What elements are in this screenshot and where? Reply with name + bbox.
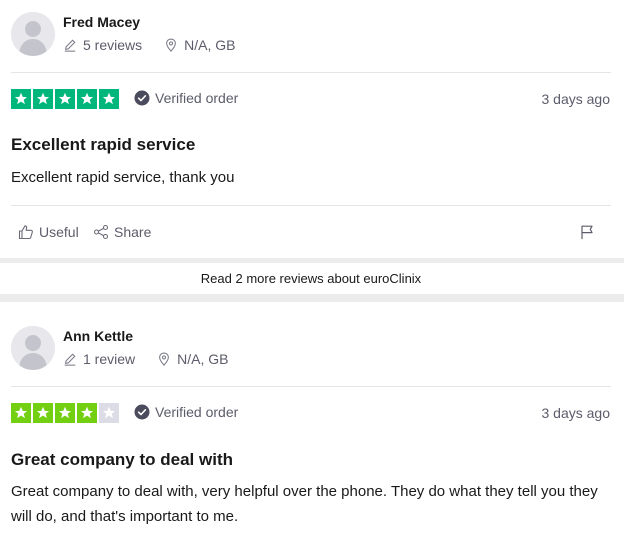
reviewer-name[interactable]: Ann Kettle [63,328,133,344]
thumbs-up-icon [18,225,33,240]
verified-label: Verified order [155,404,239,420]
review-count: 1 review [83,351,136,367]
check-circle-icon [134,90,150,106]
share-icon [93,224,109,240]
review-count: 5 reviews [83,37,143,53]
useful-label: Useful [39,224,79,240]
review-card-1: Fred Macey 5 reviews N/A, GB Verified or… [0,0,624,258]
verified-badge[interactable]: Verified order [134,90,238,106]
star-icon-filled [55,89,75,109]
person-silhouette-icon [11,326,55,370]
star-icon-filled [77,403,97,423]
reviewer-location: N/A, GB [177,351,229,367]
flag-icon [581,225,593,239]
star-icon-empty [99,403,119,423]
review-card-2: Ann Kettle 1 review N/A, GB Verified ord… [0,302,624,534]
location-pin-icon [159,352,170,366]
divider [11,386,611,387]
pencil-icon [64,353,76,366]
share-button[interactable]: Share [93,224,151,240]
star-icon-filled [99,89,119,109]
review-date: 3 days ago [541,91,611,107]
verified-label: Verified order [155,90,239,106]
star-icon-filled [77,89,97,109]
review-date: 3 days ago [541,405,611,421]
report-button[interactable] [579,224,595,240]
review-text: Great company to deal with, very helpful… [11,483,598,525]
star-icon-filled [55,403,75,423]
review-title[interactable]: Excellent rapid service [11,135,195,155]
share-label: Share [114,224,152,240]
person-silhouette-icon [11,12,55,56]
reviewer-name[interactable]: Fred Macey [63,14,140,30]
pencil-icon [64,39,76,52]
useful-button[interactable]: Useful [18,224,79,240]
review-text: Excellent rapid service, thank you [11,169,235,186]
review-title[interactable]: Great company to deal with [11,450,233,470]
star-rating [11,403,119,423]
reviewer-location: N/A, GB [184,37,236,53]
read-more-reviews-link[interactable]: Read 2 more reviews about euroClinix [0,271,622,286]
star-rating [11,89,119,109]
star-icon-filled [11,403,31,423]
star-icon-filled [33,403,53,423]
section-separator [0,258,624,263]
reviewer-avatar[interactable] [11,326,55,370]
reviewer-meta: 1 review N/A, GB [63,351,229,367]
divider [11,205,611,206]
star-icon-filled [33,89,53,109]
verified-badge[interactable]: Verified order [134,404,238,420]
check-circle-icon [134,404,150,420]
reviewer-meta: 5 reviews N/A, GB [63,37,236,53]
reviewer-avatar[interactable] [11,12,55,56]
location-pin-icon [166,38,177,52]
divider [11,72,611,73]
star-icon-filled [11,89,31,109]
section-separator [0,294,624,302]
